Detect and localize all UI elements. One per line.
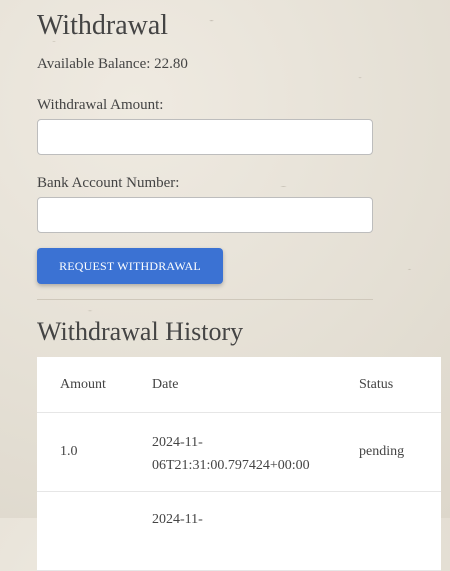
bank-account-label: Bank Account Number: <box>37 175 180 191</box>
withdrawal-amount-input[interactable] <box>37 119 373 155</box>
column-header-date: Date <box>152 376 179 392</box>
date-cell: 2024-11-06T21:31:00.797424+00:00 <box>152 434 310 473</box>
withdrawal-amount-label: Withdrawal Amount: <box>37 97 164 113</box>
table-row: 2024-11- <box>37 491 441 570</box>
section-divider <box>37 299 373 300</box>
date-cell: 2024-11- <box>152 511 203 527</box>
table-row: 1.0 2024-11-06T21:31:00.797424+00:00 pen… <box>37 412 441 491</box>
status-cell: pending <box>359 444 405 459</box>
table-header-row: Amount Date Status <box>37 357 441 412</box>
history-title: Withdrawal History <box>37 317 244 346</box>
amount-cell: 1.0 <box>60 444 78 459</box>
amount-cell <box>37 491 152 570</box>
withdrawal-history-table: Amount Date Status 1.0 2024-11-06T21:31:… <box>37 357 441 571</box>
request-withdrawal-button[interactable]: REQUEST WITHDRAWAL <box>37 248 223 284</box>
status-cell <box>359 491 441 570</box>
column-header-amount: Amount <box>60 376 106 392</box>
available-balance: Available Balance: 22.80 <box>37 56 188 72</box>
bank-account-input[interactable] <box>37 197 373 233</box>
page-title: Withdrawal <box>37 10 169 41</box>
column-header-status: Status <box>359 376 394 392</box>
